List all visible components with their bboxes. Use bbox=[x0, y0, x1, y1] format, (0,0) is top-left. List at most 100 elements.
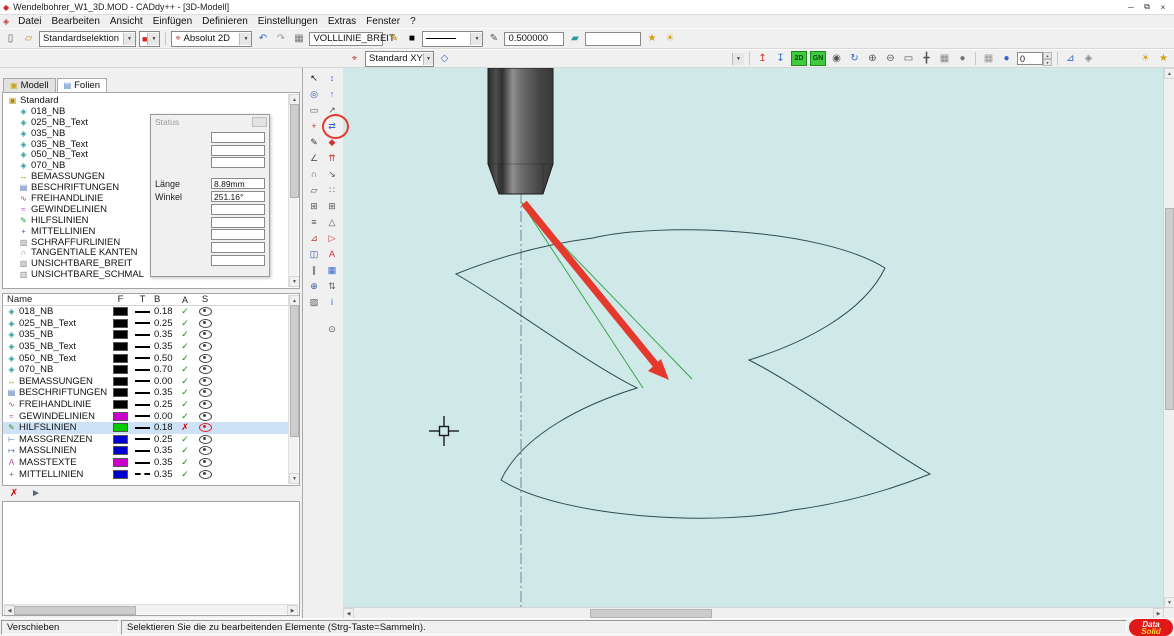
status-panel-button[interactable] bbox=[252, 117, 267, 127]
visibility-eye-icon[interactable] bbox=[199, 446, 212, 455]
tab-folien[interactable]: ▤ Folien bbox=[57, 78, 107, 92]
active-flag[interactable]: ✓ bbox=[175, 318, 195, 329]
linetype-sample[interactable] bbox=[135, 462, 150, 464]
angle-tool-icon[interactable]: ∠ bbox=[306, 150, 323, 166]
sphere-icon[interactable]: ● bbox=[999, 52, 1014, 66]
selection-mode-combo[interactable]: Standardselektion ▼ bbox=[39, 31, 136, 47]
active-flag[interactable]: ✓ bbox=[175, 353, 195, 364]
move-vertical-icon[interactable]: ↕ bbox=[324, 70, 341, 86]
arrows-up-icon[interactable]: ⇈ bbox=[324, 150, 341, 166]
drawing-area[interactable]: ▲ ▼ ◀ ▶ bbox=[343, 68, 1174, 618]
info-icon[interactable]: i bbox=[324, 294, 341, 310]
active-flag[interactable]: ✓ bbox=[175, 376, 195, 387]
grid-icon[interactable]: ▦ bbox=[291, 32, 306, 46]
menu-item[interactable]: Fenster bbox=[361, 16, 405, 27]
grid-tool-icon[interactable]: ⊞ bbox=[306, 198, 323, 214]
scrollbar-thumb[interactable] bbox=[1165, 208, 1174, 410]
status-field-value[interactable] bbox=[211, 145, 265, 156]
visibility-eye-icon[interactable] bbox=[199, 423, 212, 432]
linetype-sample[interactable] bbox=[135, 334, 150, 336]
pen-width-icon[interactable]: ✎ bbox=[486, 32, 501, 46]
table-row[interactable]: ∿ FREIHANDLINIE 0.25 ✓ bbox=[3, 399, 299, 411]
menu-item[interactable]: Datei bbox=[13, 16, 46, 27]
linetype-sample[interactable] bbox=[135, 380, 150, 382]
spinner-value[interactable]: 0 bbox=[1017, 52, 1043, 65]
clear-selection-icon[interactable]: ✗ bbox=[7, 487, 21, 500]
chevron-down-icon[interactable]: ▼ bbox=[470, 33, 482, 45]
active-flag[interactable]: ✓ bbox=[175, 434, 195, 445]
zoom-out-icon[interactable]: ⊖ bbox=[883, 52, 898, 66]
table-row[interactable]: ✎ HILFSLINIEN 0.18 ✗ bbox=[3, 422, 299, 434]
blue-grid-icon[interactable]: ▦ bbox=[324, 262, 341, 278]
linetype-sample[interactable] bbox=[135, 427, 150, 429]
chevron-down-icon[interactable]: ▼ bbox=[423, 53, 433, 65]
visibility-eye-icon[interactable] bbox=[199, 342, 212, 351]
menu-item[interactable]: Bearbeiten bbox=[47, 16, 105, 27]
status-field-value[interactable] bbox=[211, 217, 265, 228]
corner-icon[interactable]: ↗ bbox=[324, 102, 341, 118]
visibility-eye-icon[interactable] bbox=[199, 319, 212, 328]
linetype-sample[interactable] bbox=[135, 438, 150, 440]
diamond-icon[interactable]: ◆ bbox=[324, 134, 341, 150]
status-field-value[interactable] bbox=[211, 204, 265, 215]
scrollbar-thumb[interactable] bbox=[290, 104, 299, 198]
zoom-in-icon[interactable]: ⊕ bbox=[865, 52, 880, 66]
table-row[interactable]: ≈ GEWINDELINIEN 0.00 ✓ bbox=[3, 410, 299, 422]
color-swatch[interactable] bbox=[113, 435, 128, 444]
cross-tool-icon[interactable]: + bbox=[306, 118, 323, 134]
open-file-icon[interactable]: ▱ bbox=[21, 32, 36, 46]
menu-item[interactable]: Ansicht bbox=[105, 16, 148, 27]
visibility-eye-icon[interactable] bbox=[199, 388, 212, 397]
scroll-left-icon[interactable]: ◀ bbox=[343, 608, 354, 618]
axis-icon[interactable]: ⊿ bbox=[1063, 52, 1078, 66]
visibility-eye-icon[interactable] bbox=[199, 400, 212, 409]
coordinate-mode-combo[interactable]: ⌖ Absolut 2D ▼ bbox=[171, 31, 252, 47]
ucs-icon[interactable]: ◈ bbox=[1081, 52, 1096, 66]
minimize-button[interactable]: ─ bbox=[1123, 1, 1139, 13]
linetype-sample[interactable] bbox=[135, 473, 150, 475]
table-row[interactable]: + MITTELLINIEN 0.35 ✓ bbox=[3, 468, 299, 480]
render-view-icon[interactable]: ◉ bbox=[829, 52, 844, 66]
color-swatch[interactable] bbox=[113, 458, 128, 467]
active-flag[interactable]: ✗ bbox=[175, 422, 195, 433]
select-tool-icon[interactable]: ↖ bbox=[306, 70, 323, 86]
pen-tool-icon[interactable]: ✎ bbox=[306, 134, 323, 150]
linetype-sample[interactable] bbox=[135, 392, 150, 394]
scroll-down-icon[interactable]: ▼ bbox=[289, 276, 300, 287]
notes-scrollbar[interactable]: ◀ ▶ bbox=[4, 604, 298, 614]
canvas-vscrollbar[interactable]: ▲ ▼ bbox=[1163, 68, 1174, 608]
color-swatch[interactable] bbox=[113, 377, 128, 386]
color-swatch-black[interactable]: ■ bbox=[404, 32, 419, 46]
notes-box[interactable]: ◀ ▶ bbox=[2, 501, 300, 616]
active-color-button[interactable]: ■ ▼ bbox=[139, 31, 160, 47]
linetype-sample[interactable] bbox=[135, 415, 150, 417]
chevron-down-icon[interactable]: ▼ bbox=[239, 33, 251, 45]
chevron-down-icon[interactable]: ▼ bbox=[732, 53, 744, 65]
menu-item[interactable]: Definieren bbox=[197, 16, 253, 27]
rotate-center-icon[interactable]: ⊙ bbox=[324, 321, 341, 337]
menu-item[interactable]: Einstellungen bbox=[253, 16, 323, 27]
status-field-value[interactable]: 251.16° bbox=[211, 191, 265, 202]
tree-scrollbar[interactable]: ▲ ▼ bbox=[288, 94, 298, 287]
active-flag[interactable]: ✓ bbox=[175, 457, 195, 468]
linetype-sample[interactable] bbox=[135, 346, 150, 348]
status-field-value[interactable] bbox=[211, 229, 265, 240]
linetype-sample[interactable] bbox=[135, 404, 150, 406]
status-field-value[interactable] bbox=[211, 132, 265, 143]
chevron-down-icon[interactable]: ▼ bbox=[123, 33, 135, 45]
new-file-icon[interactable]: ▯ bbox=[3, 32, 18, 46]
active-flag[interactable]: ✓ bbox=[175, 364, 195, 375]
grid-toggle-icon[interactable]: ▦ bbox=[937, 52, 952, 66]
view-plane-combo[interactable]: Standard XY ▼ bbox=[365, 51, 434, 67]
canvas-hscrollbar[interactable]: ◀ ▶ bbox=[343, 607, 1164, 618]
table-row[interactable]: ◈ 018_NB 0.18 ✓ bbox=[3, 306, 299, 318]
drill-profile-outline[interactable] bbox=[456, 230, 930, 518]
region-tool-icon[interactable]: ▭ bbox=[306, 102, 323, 118]
color-swatch[interactable] bbox=[113, 342, 128, 351]
linetype-sample[interactable] bbox=[135, 311, 150, 313]
color-swatch[interactable] bbox=[113, 354, 128, 363]
restore-button[interactable]: ⧉ bbox=[1139, 1, 1155, 13]
linetype-sample[interactable] bbox=[135, 369, 150, 371]
active-flag[interactable]: ✓ bbox=[175, 399, 195, 410]
add-grid-icon[interactable]: ⊞ bbox=[324, 198, 341, 214]
